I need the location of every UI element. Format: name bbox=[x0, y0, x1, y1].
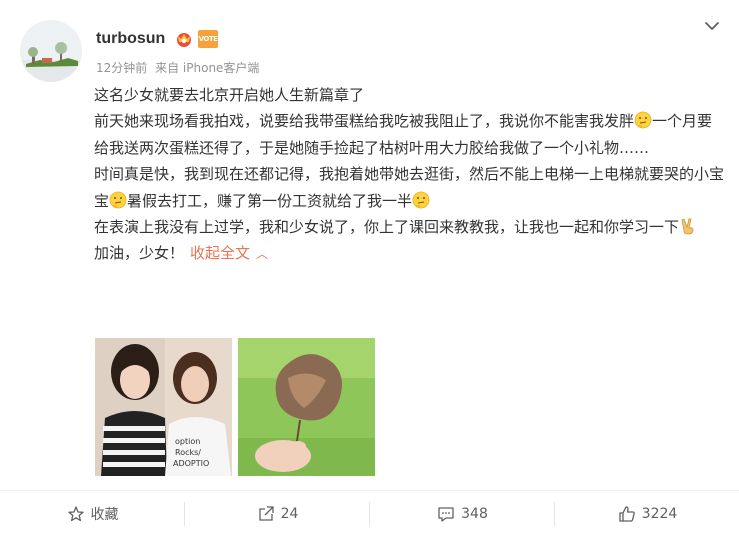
paragraph-4-text: 在表演上我没有上过学，我和少女说了，你上了课回来教教我，让我也一起和你学习一下 bbox=[94, 218, 680, 237]
comment-button[interactable]: 348 bbox=[370, 491, 555, 535]
chevron-down-icon[interactable] bbox=[702, 16, 722, 36]
favorite-button[interactable]: 收藏 bbox=[0, 491, 185, 535]
photo-two-women[interactable]: option Rocks/ ADOPTIO bbox=[95, 338, 232, 476]
thumbs-up-icon bbox=[618, 505, 636, 523]
collapse-label: 收起全文 bbox=[190, 244, 251, 263]
username[interactable]: turbosun bbox=[96, 30, 165, 48]
victory-hand-emoji-icon bbox=[679, 217, 697, 235]
post-text: 这名少女就要去北京开启她人生新篇章了 前天她来现场看我拍戏，说要给我带蛋糕给我吃… bbox=[94, 82, 724, 268]
thinking-emoji-icon bbox=[412, 191, 430, 209]
post-source: 来自 iPhone客户端 bbox=[155, 61, 260, 75]
paragraph-5: 加油，少女！ 收起全文 ︿ bbox=[94, 240, 724, 267]
paragraph-5-text: 加油，少女！ bbox=[94, 244, 185, 263]
collapse-text-link[interactable]: 收起全文 ︿ bbox=[190, 244, 268, 262]
chevron-up-icon: ︿ bbox=[256, 247, 269, 262]
avatar[interactable] bbox=[20, 20, 82, 82]
repost-button[interactable]: 24 bbox=[185, 491, 370, 535]
favorite-label: 收藏 bbox=[90, 506, 119, 523]
like-button[interactable]: 3224 bbox=[555, 491, 739, 535]
repost-count: 24 bbox=[280, 505, 299, 522]
paragraph-3-part-b: 暑假去打工，赚了第一份工资就给了我一半 bbox=[127, 191, 413, 210]
post-meta: 12分钟前 来自 iPhone客户端 bbox=[96, 59, 263, 76]
paragraph-1: 这名少女就要去北京开启她人生新篇章了 bbox=[94, 86, 365, 104]
svg-text:ADOPTIO: ADOPTIO bbox=[173, 459, 209, 468]
thinking-emoji-icon bbox=[109, 191, 127, 209]
like-count: 3224 bbox=[641, 505, 678, 522]
comment-icon bbox=[437, 505, 455, 523]
action-bar: 收藏 24 348 3224 bbox=[0, 490, 739, 535]
paragraph-3: 时间真是快，我到现在还都记得，我抱着她带她去逛街，然后不能上电梯一上电梯就要哭的… bbox=[94, 161, 724, 214]
photo-dried-leaf[interactable] bbox=[238, 338, 375, 476]
svg-text:option: option bbox=[175, 437, 200, 446]
share-icon bbox=[257, 505, 275, 523]
comment-count: 348 bbox=[461, 505, 488, 522]
thinking-emoji-icon bbox=[634, 111, 652, 129]
svg-text:Rocks/: Rocks/ bbox=[175, 448, 201, 457]
paragraph-2-part-a: 前天她来现场看我拍戏，说要给我带蛋糕给我吃被我阻止了，我说你不能害我发胖 bbox=[94, 112, 635, 131]
vote-badge-icon[interactable]: VOTE bbox=[198, 30, 218, 48]
post-time[interactable]: 12分钟前 bbox=[96, 61, 147, 75]
paragraph-4: 在表演上我没有上过学，我和少女说了，你上了课回来教教我，让我也一起和你学习一下 bbox=[94, 214, 724, 240]
paragraph-2: 前天她来现场看我拍戏，说要给我带蛋糕给我吃被我阻止了，我说你不能害我发胖 一个月要… bbox=[94, 108, 724, 161]
star-icon bbox=[67, 505, 85, 523]
crown-badge-icon[interactable] bbox=[174, 30, 194, 48]
